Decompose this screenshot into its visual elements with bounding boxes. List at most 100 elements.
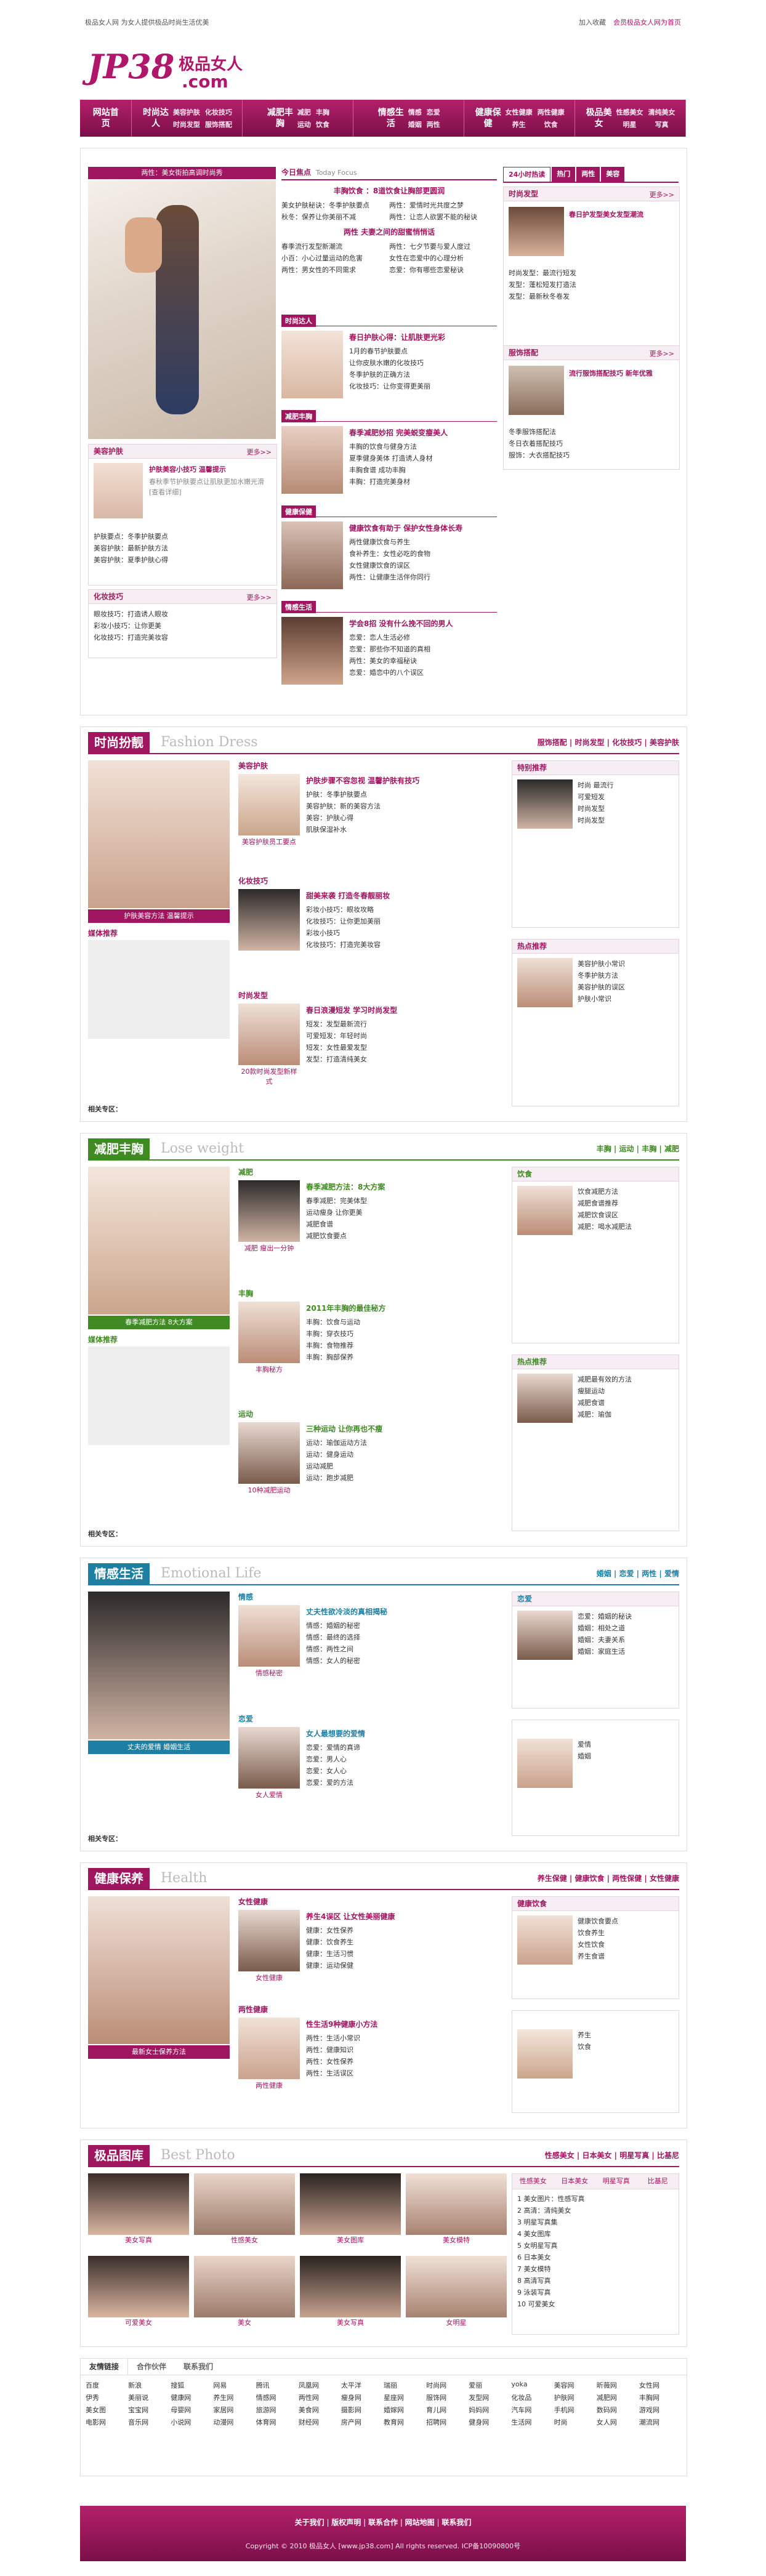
col-title[interactable]: 三种运动 让你再也不瘦: [306, 1423, 497, 1434]
links-tab[interactable]: 友情链接: [81, 2359, 129, 2375]
friend-link[interactable]: 网易: [213, 2380, 256, 2390]
list-item[interactable]: 发型：打造清纯美女: [306, 1053, 497, 1065]
nav-sub-item[interactable]: 性感美女: [616, 107, 643, 117]
more-link[interactable]: 更多>>: [247, 447, 272, 457]
bookmark-link[interactable]: 加入收藏: [579, 17, 606, 27]
list-item[interactable]: 养生食谱: [578, 1950, 675, 1962]
friend-link[interactable]: 凤凰网: [299, 2380, 341, 2390]
friend-link[interactable]: yoka: [511, 2380, 554, 2390]
list-item[interactable]: 美容护肤：夏季护肤心得: [94, 554, 272, 566]
rank-tab[interactable]: 性感美女: [512, 2174, 554, 2189]
friend-link[interactable]: 健康网: [171, 2393, 213, 2402]
section-tab[interactable]: 女性健康: [650, 1874, 679, 1883]
list-item[interactable]: 减肥食谱: [578, 1397, 675, 1409]
rank-item[interactable]: 1 美女图片：性感写真: [517, 2193, 674, 2205]
nav-sub-item[interactable]: 时尚发型: [173, 119, 200, 129]
col-image[interactable]: [238, 888, 300, 951]
list-item[interactable]: 化妆技巧：打造完美妆容: [306, 939, 497, 951]
nav-item[interactable]: 减肥丰胸 减肥 丰胸 运动 饮食: [243, 100, 354, 137]
footer-link[interactable]: 版权声明: [331, 2518, 361, 2527]
photo-caption[interactable]: 性感美女: [194, 2235, 295, 2246]
list-item[interactable]: 两性：美女的幸福秘诀: [349, 655, 497, 667]
focus-item[interactable]: 小百：小心过量运动的危害: [281, 252, 389, 264]
friend-link[interactable]: 瘦身网: [341, 2393, 384, 2402]
photo-card[interactable]: 性感美女: [194, 2173, 295, 2251]
nav-item[interactable]: 情感生活 情感 恋爱 婚姻 两性: [353, 100, 465, 137]
col-image-caption[interactable]: 减肥 瘦出一分钟: [238, 1243, 300, 1253]
links-tab[interactable]: 合作伙伴: [128, 2359, 175, 2375]
list-item[interactable]: 恋爱：恋人生活必修: [349, 632, 497, 643]
section-main-caption[interactable]: 护肤美容方法 温馨提示: [88, 909, 230, 923]
list-item[interactable]: 肌肤保湿补水: [306, 824, 497, 835]
friend-link[interactable]: 太平洋: [341, 2380, 384, 2390]
section-main-caption[interactable]: 丈夫的爱情 婚姻生活: [88, 1741, 230, 1754]
focus-item[interactable]: 春季流行发型新潮流: [281, 241, 389, 252]
mid-block-title[interactable]: 春日护肤心得：让肌肤更光彩: [349, 332, 497, 342]
section-main-image[interactable]: [88, 760, 230, 908]
list-item[interactable]: 健康：生活习惯: [306, 1948, 497, 1960]
nav-item[interactable]: 健康保健 女性健康 两性健康 养生 饮食: [464, 100, 576, 137]
friend-link[interactable]: 家居网: [213, 2405, 256, 2415]
footer-link[interactable]: 联系我们: [441, 2518, 471, 2527]
photo-image[interactable]: [300, 2256, 401, 2317]
list-item[interactable]: 彩妆小技巧：眼妆攻略: [306, 904, 497, 916]
side-panel-image[interactable]: [517, 2029, 573, 2079]
list-item[interactable]: 丰胸：穿衣技巧: [306, 1328, 497, 1340]
footer-link[interactable]: 网站地图: [405, 2518, 435, 2527]
focus-item[interactable]: 两性：爱情时光共度之梦: [389, 199, 497, 211]
tab-2[interactable]: 两性: [576, 167, 600, 182]
list-item[interactable]: 减肥饮食要点: [306, 1230, 497, 1242]
more-link[interactable]: 更多>>: [650, 348, 674, 358]
section-tab[interactable]: 美容护肤: [650, 738, 679, 747]
list-item[interactable]: 短发：女性最爱发型: [306, 1042, 497, 1053]
list-item[interactable]: 女性健康饮食的误区: [349, 560, 497, 571]
col-image-caption[interactable]: 丰胸秘方: [238, 1364, 300, 1374]
friend-link[interactable]: 化妆品: [511, 2393, 554, 2402]
focus-item[interactable]: 秋冬：保养让你美丽不减: [281, 211, 389, 223]
section-main-image[interactable]: [88, 1896, 230, 2044]
friend-link[interactable]: 妈妈网: [469, 2405, 511, 2415]
mid-block-title[interactable]: 春季减肥妙招 完美蜕变瘦美人: [349, 427, 497, 438]
list-item[interactable]: 时尚发型：最流行短发: [509, 267, 675, 279]
list-item[interactable]: 丰胸：食物推荐: [306, 1340, 497, 1351]
list-item[interactable]: 彩妆小技巧: [306, 927, 497, 939]
list-item[interactable]: 爱情: [578, 1739, 675, 1750]
list-item[interactable]: 美容护肤：最新护肤方法: [94, 542, 272, 554]
friend-link[interactable]: 星座网: [384, 2393, 426, 2402]
friend-link[interactable]: 伊秀: [86, 2393, 128, 2402]
section-tab[interactable]: 健康饮食: [574, 1874, 604, 1883]
list-item[interactable]: 饮食减肥方法: [578, 1186, 675, 1197]
focus-item[interactable]: 两性：七夕节要与爱人度过: [389, 241, 497, 252]
side-panel-image[interactable]: [517, 1374, 573, 1423]
list-item[interactable]: 恋爱：婚恋中的八个误区: [349, 667, 497, 678]
col-image[interactable]: [238, 1605, 300, 1667]
friend-link[interactable]: 减肥网: [597, 2393, 639, 2402]
nav-sub-item[interactable]: 饮食: [538, 119, 565, 129]
list-item[interactable]: 减肥食谱推荐: [578, 1197, 675, 1209]
list-item[interactable]: 服饰：大衣搭配技巧: [509, 449, 675, 461]
mid-block-image[interactable]: [281, 331, 343, 398]
logo[interactable]: JP38: [87, 47, 174, 86]
side-panel-image[interactable]: [517, 958, 573, 1007]
list-item[interactable]: 美容护肤：新的美容方法: [306, 800, 497, 812]
list-item[interactable]: 健康饮食要点: [578, 1915, 675, 1927]
friend-link[interactable]: 服饰网: [426, 2393, 469, 2402]
list-item[interactable]: 春季减肥：完美体型: [306, 1195, 497, 1207]
list-item[interactable]: 情感：婚姻的秘密: [306, 1620, 497, 1632]
list-item[interactable]: 减肥食谱: [306, 1218, 497, 1230]
friend-link[interactable]: 发型网: [469, 2393, 511, 2402]
nav-item[interactable]: 网站首页: [80, 100, 132, 137]
nav-sub-item[interactable]: 两性健康: [538, 107, 565, 117]
photo-image[interactable]: [88, 2173, 189, 2235]
friend-link[interactable]: 美女图: [86, 2405, 128, 2415]
list-item[interactable]: 运动减肥: [306, 1460, 497, 1472]
list-item[interactable]: 情感：两性之间: [306, 1643, 497, 1655]
photo-image[interactable]: [88, 2256, 189, 2317]
col-image[interactable]: [238, 1726, 300, 1789]
list-item[interactable]: 冬日衣着搭配技巧: [509, 438, 675, 449]
list-item[interactable]: 丰胸：饮食与运动: [306, 1316, 497, 1328]
nav-sub-item[interactable]: 运动: [297, 119, 311, 129]
col-image[interactable]: [238, 2018, 300, 2079]
list-item[interactable]: 短发：发型最新流行: [306, 1018, 497, 1030]
friend-link[interactable]: 情感网: [256, 2393, 299, 2402]
